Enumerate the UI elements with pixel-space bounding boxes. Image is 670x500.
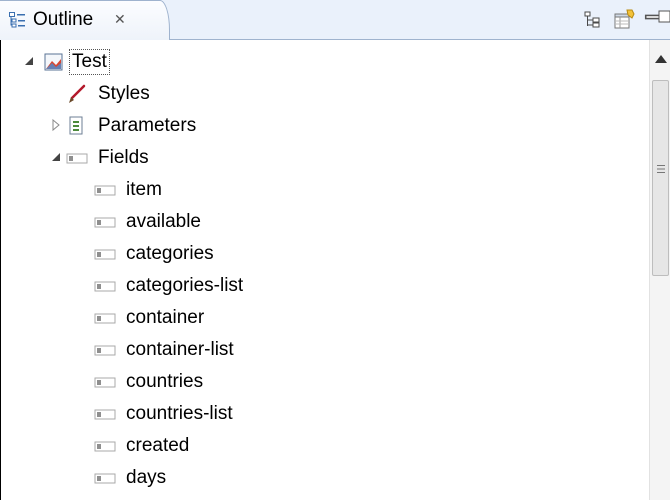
tree-item-label: available (126, 211, 201, 232)
tree-item-label: countries (126, 371, 204, 392)
tab-label: Outline (33, 9, 94, 30)
tree-item-field[interactable]: categories (1, 238, 649, 270)
outline-icon (9, 12, 25, 28)
tab-outline[interactable]: Outline ✕ (0, 0, 170, 40)
field-icon (94, 377, 116, 388)
report-icon (44, 53, 63, 71)
tree-item-field[interactable]: item (1, 174, 649, 206)
expanded-arrow-icon[interactable] (49, 150, 63, 164)
tree-item-field[interactable]: categories-list (1, 270, 649, 302)
tree-item-field[interactable]: container (1, 302, 649, 334)
grip-icon (657, 165, 665, 173)
tree-item-label: Fields (98, 147, 149, 168)
expanded-arrow-icon[interactable] (22, 54, 36, 68)
tree-item-label: Test (69, 49, 110, 75)
field-icon (66, 153, 88, 164)
field-icon (94, 441, 116, 452)
close-icon[interactable]: ✕ (114, 10, 126, 28)
tree-item-label: container-list (126, 339, 234, 360)
parameters-icon (69, 116, 83, 135)
tree-item-label: container (126, 307, 205, 328)
field-icon (94, 249, 116, 260)
field-icon (94, 185, 116, 196)
brush-icon (69, 84, 86, 103)
tree-hierarchy-icon[interactable] (582, 9, 604, 31)
view-menu-icon[interactable] (613, 9, 635, 31)
tree-item-field[interactable]: countries-list (1, 398, 649, 430)
tree-item-field[interactable]: available (1, 206, 649, 238)
tree-item-label: categories-list (126, 275, 244, 296)
outline-tree[interactable]: Test Styles Parameters Fields item avail… (1, 40, 649, 500)
tree-item-label: Styles (98, 83, 150, 104)
field-icon (94, 313, 116, 324)
tree-item-label: days (126, 467, 167, 488)
collapsed-arrow-icon[interactable] (49, 118, 63, 132)
tree-item-label: categories (126, 243, 214, 264)
field-icon (94, 345, 116, 356)
scrollbar-thumb[interactable] (652, 80, 669, 276)
field-icon (94, 217, 116, 228)
tree-item-label: created (126, 435, 190, 456)
field-icon (94, 409, 116, 420)
tree-item-label: item (126, 179, 162, 200)
tree-item-field[interactable]: container-list (1, 334, 649, 366)
tree-item-field[interactable]: created (1, 430, 649, 462)
field-icon (94, 281, 116, 292)
tree-item-parameters[interactable]: Parameters (1, 110, 649, 142)
maximize-icon[interactable] (657, 6, 670, 28)
tree-item-label: countries-list (126, 403, 233, 424)
scroll-up-arrow-icon[interactable] (654, 54, 668, 64)
outline-view: Outline ✕ Test Styles Parameters Fields … (0, 0, 670, 500)
field-icon (94, 473, 116, 484)
tree-item-label: Parameters (98, 115, 197, 136)
tree-item-field[interactable]: days (1, 462, 649, 494)
tree-item-root[interactable]: Test (1, 46, 649, 78)
vertical-scrollbar[interactable] (649, 40, 670, 500)
tree-item-styles[interactable]: Styles (1, 78, 649, 110)
tree-item-fields[interactable]: Fields (1, 142, 649, 174)
tree-item-field[interactable]: countries (1, 366, 649, 398)
